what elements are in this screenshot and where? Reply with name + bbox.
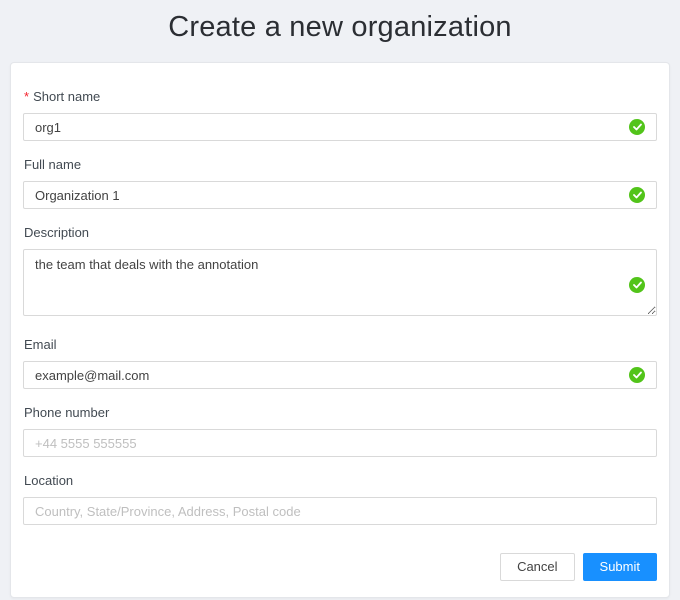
page-title: Create a new organization	[0, 0, 680, 46]
email-label: Email	[23, 337, 657, 353]
create-organization-form-card: * Short name Full name Description the te…	[10, 62, 670, 598]
form-item-email: Email	[23, 337, 657, 389]
cancel-button[interactable]: Cancel	[500, 553, 574, 581]
form-item-description: Description the team that deals with the…	[23, 225, 657, 321]
full-name-input[interactable]	[23, 181, 657, 209]
description-textarea[interactable]: the team that deals with the annotation	[23, 249, 657, 316]
form-item-full-name: Full name	[23, 157, 657, 209]
phone-number-label: Phone number	[23, 405, 657, 421]
form-actions: Cancel Submit	[23, 541, 657, 581]
submit-button[interactable]: Submit	[583, 553, 657, 581]
location-input[interactable]	[23, 497, 657, 525]
full-name-label: Full name	[23, 157, 657, 173]
short-name-label-text: Short name	[33, 89, 100, 104]
required-asterisk: *	[24, 89, 29, 104]
form-item-phone-number: Phone number	[23, 405, 657, 457]
form-item-short-name: * Short name	[23, 89, 657, 141]
check-circle-icon	[629, 187, 645, 203]
check-circle-icon	[629, 119, 645, 135]
phone-number-input[interactable]	[23, 429, 657, 457]
check-circle-icon	[629, 367, 645, 383]
description-label: Description	[23, 225, 657, 241]
location-label: Location	[23, 473, 657, 489]
check-circle-icon	[629, 277, 645, 293]
short-name-label: * Short name	[23, 89, 657, 105]
email-input[interactable]	[23, 361, 657, 389]
form-item-location: Location	[23, 473, 657, 525]
short-name-input[interactable]	[23, 113, 657, 141]
